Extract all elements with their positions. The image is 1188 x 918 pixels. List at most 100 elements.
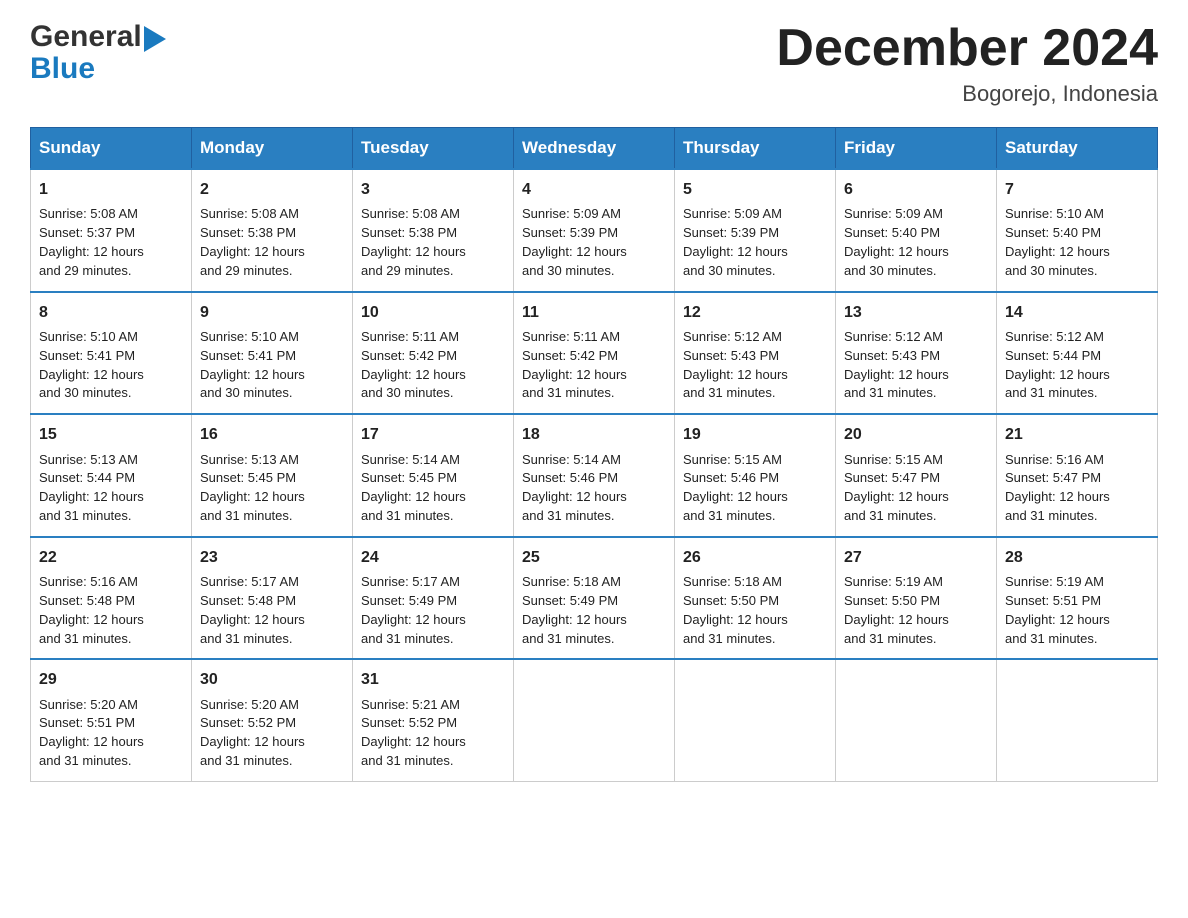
calendar-cell: 28Sunrise: 5:19 AMSunset: 5:51 PMDayligh…	[997, 537, 1158, 660]
sunset-label: Sunset: 5:38 PM	[361, 225, 457, 240]
sunrise-label: Sunrise: 5:13 AM	[39, 452, 138, 467]
daylight-minutes: and 31 minutes.	[1005, 385, 1098, 400]
sunrise-label: Sunrise: 5:12 AM	[683, 329, 782, 344]
day-number: 27	[844, 546, 988, 569]
day-number: 7	[1005, 178, 1149, 201]
daylight-label: Daylight: 12 hours	[844, 489, 949, 504]
day-number: 25	[522, 546, 666, 569]
daylight-minutes: and 31 minutes.	[361, 753, 454, 768]
daylight-label: Daylight: 12 hours	[361, 734, 466, 749]
sunset-label: Sunset: 5:37 PM	[39, 225, 135, 240]
daylight-label: Daylight: 12 hours	[39, 489, 144, 504]
day-number: 15	[39, 423, 183, 446]
days-of-week-row: SundayMondayTuesdayWednesdayThursdayFrid…	[31, 128, 1158, 170]
calendar-cell: 31Sunrise: 5:21 AMSunset: 5:52 PMDayligh…	[353, 659, 514, 781]
daylight-minutes: and 29 minutes.	[361, 263, 454, 278]
calendar-header: SundayMondayTuesdayWednesdayThursdayFrid…	[31, 128, 1158, 170]
calendar-cell: 4Sunrise: 5:09 AMSunset: 5:39 PMDaylight…	[514, 169, 675, 292]
daylight-label: Daylight: 12 hours	[683, 367, 788, 382]
day-number: 6	[844, 178, 988, 201]
sunrise-label: Sunrise: 5:16 AM	[39, 574, 138, 589]
sunrise-label: Sunrise: 5:14 AM	[522, 452, 621, 467]
calendar-cell: 1 Sunrise: 5:08 AM Sunset: 5:37 PM Daylight…	[31, 169, 192, 292]
calendar-cell: 3Sunrise: 5:08 AMSunset: 5:38 PMDaylight…	[353, 169, 514, 292]
sunrise-label: Sunrise: 5:15 AM	[844, 452, 943, 467]
day-number: 4	[522, 178, 666, 201]
daylight-minutes: and 30 minutes.	[844, 263, 937, 278]
day-header-wednesday: Wednesday	[514, 128, 675, 170]
page-header: General Blue December 2024 Bogorejo, Ind…	[30, 20, 1158, 107]
daylight-label: Daylight: 12 hours	[683, 489, 788, 504]
sunset-label: Sunset: 5:48 PM	[200, 593, 296, 608]
sunset-label: Sunset: 5:41 PM	[200, 348, 296, 363]
sunset-label: Sunset: 5:45 PM	[361, 470, 457, 485]
sunset-label: Sunset: 5:40 PM	[1005, 225, 1101, 240]
sunrise-label: Sunrise: 5:09 AM	[844, 206, 943, 221]
daylight-minutes: and 31 minutes.	[39, 753, 132, 768]
sunset-label: Sunset: 5:42 PM	[361, 348, 457, 363]
day-number: 26	[683, 546, 827, 569]
sunset-label: Sunset: 5:44 PM	[39, 470, 135, 485]
daylight-label: Daylight: 12 hours	[39, 244, 144, 259]
sunrise-label: Sunrise: 5:10 AM	[200, 329, 299, 344]
sunrise-label: Sunrise: 5:08 AM	[39, 206, 138, 221]
daylight-minutes: and 31 minutes.	[200, 753, 293, 768]
daylight-label: Daylight: 12 hours	[1005, 612, 1110, 627]
month-title: December 2024	[776, 20, 1158, 77]
daylight-minutes: and 31 minutes.	[844, 631, 937, 646]
sunset-label: Sunset: 5:50 PM	[683, 593, 779, 608]
calendar-cell: 21Sunrise: 5:16 AMSunset: 5:47 PMDayligh…	[997, 414, 1158, 537]
daylight-label: Daylight: 12 hours	[1005, 244, 1110, 259]
daylight-label: Daylight: 12 hours	[522, 489, 627, 504]
sunset-label: Sunset: 5:47 PM	[1005, 470, 1101, 485]
sunset-label: Sunset: 5:49 PM	[361, 593, 457, 608]
day-header-thursday: Thursday	[675, 128, 836, 170]
daylight-label: Daylight: 12 hours	[683, 244, 788, 259]
day-number: 2	[200, 178, 344, 201]
sunrise-label: Sunrise: 5:10 AM	[1005, 206, 1104, 221]
calendar-cell: 22Sunrise: 5:16 AMSunset: 5:48 PMDayligh…	[31, 537, 192, 660]
calendar-cell: 25Sunrise: 5:18 AMSunset: 5:49 PMDayligh…	[514, 537, 675, 660]
sunrise-label: Sunrise: 5:17 AM	[361, 574, 460, 589]
calendar-week-3: 15 Sunrise: 5:13 AM Sunset: 5:44 PM Dayligh…	[31, 414, 1158, 537]
logo-blue-text: Blue	[30, 52, 95, 86]
daylight-label: Daylight: 12 hours	[522, 612, 627, 627]
sunrise-label: Sunrise: 5:17 AM	[200, 574, 299, 589]
day-number: 1	[39, 178, 183, 201]
day-number: 8	[39, 301, 183, 324]
sunrise-label: Sunrise: 5:08 AM	[200, 206, 299, 221]
sunrise-label: Sunrise: 5:16 AM	[1005, 452, 1104, 467]
daylight-label: Daylight: 12 hours	[200, 367, 305, 382]
day-number: 29	[39, 668, 183, 691]
sunrise-label: Sunrise: 5:19 AM	[1005, 574, 1104, 589]
daylight-label: Daylight: 12 hours	[361, 367, 466, 382]
sunset-label: Sunset: 5:40 PM	[844, 225, 940, 240]
daylight-label: Daylight: 12 hours	[1005, 367, 1110, 382]
sunset-label: Sunset: 5:45 PM	[200, 470, 296, 485]
daylight-minutes: and 30 minutes.	[200, 385, 293, 400]
day-number: 11	[522, 301, 666, 324]
location: Bogorejo, Indonesia	[776, 81, 1158, 107]
daylight-minutes: and 30 minutes.	[1005, 263, 1098, 278]
day-number: 17	[361, 423, 505, 446]
sunset-label: Sunset: 5:49 PM	[522, 593, 618, 608]
daylight-minutes: and 30 minutes.	[522, 263, 615, 278]
calendar-cell	[997, 659, 1158, 781]
calendar-cell: 29Sunrise: 5:20 AMSunset: 5:51 PMDayligh…	[31, 659, 192, 781]
daylight-label: Daylight: 12 hours	[844, 612, 949, 627]
day-header-saturday: Saturday	[997, 128, 1158, 170]
daylight-label: Daylight: 12 hours	[522, 244, 627, 259]
sunset-label: Sunset: 5:48 PM	[39, 593, 135, 608]
day-header-sunday: Sunday	[31, 128, 192, 170]
day-number: 22	[39, 546, 183, 569]
sunrise-label: Sunrise: 5:11 AM	[361, 329, 459, 344]
calendar-cell	[675, 659, 836, 781]
sunset-label: Sunset: 5:44 PM	[1005, 348, 1101, 363]
calendar-cell: 26Sunrise: 5:18 AMSunset: 5:50 PMDayligh…	[675, 537, 836, 660]
calendar-cell: 11Sunrise: 5:11 AMSunset: 5:42 PMDayligh…	[514, 292, 675, 415]
sunset-label: Sunset: 5:43 PM	[683, 348, 779, 363]
sunrise-label: Sunrise: 5:08 AM	[361, 206, 460, 221]
daylight-minutes: and 31 minutes.	[1005, 508, 1098, 523]
sunset-label: Sunset: 5:41 PM	[39, 348, 135, 363]
daylight-label: Daylight: 12 hours	[361, 612, 466, 627]
